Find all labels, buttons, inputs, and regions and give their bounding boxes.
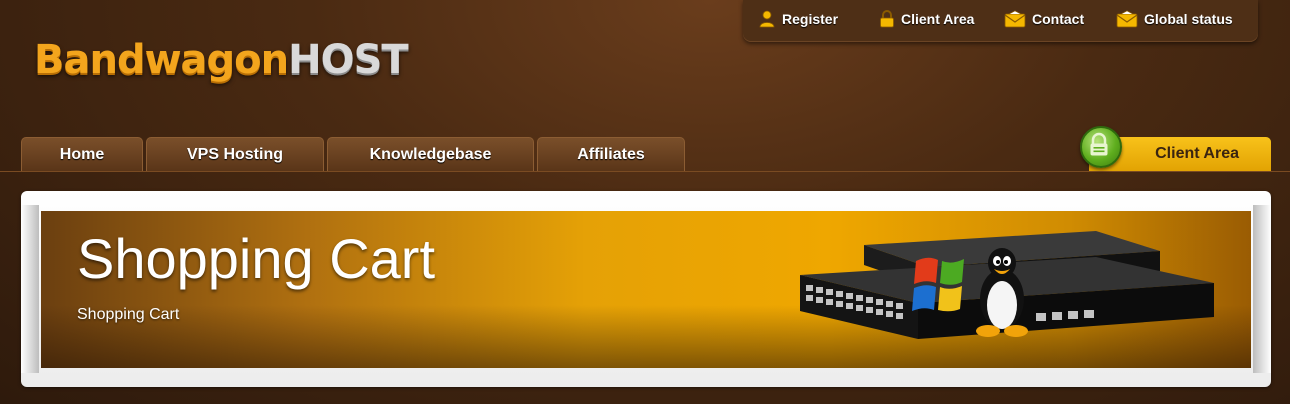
- tab-vps-hosting[interactable]: VPS Hosting: [146, 137, 324, 171]
- global-status-link[interactable]: Global status: [1116, 10, 1233, 28]
- tab-knowledgebase[interactable]: Knowledgebase: [327, 137, 534, 171]
- contact-link[interactable]: Contact: [1004, 10, 1084, 28]
- envelope-icon: [1116, 10, 1138, 28]
- breadcrumb: Shopping Cart: [77, 306, 180, 323]
- tab-home[interactable]: Home: [21, 137, 143, 171]
- tab-affiliates[interactable]: Affiliates: [537, 137, 685, 171]
- server-illustration: [800, 231, 1214, 339]
- register-label: Register: [782, 11, 839, 27]
- lock-icon: [880, 10, 894, 28]
- client-area-link[interactable]: Client Area: [879, 10, 974, 28]
- register-link[interactable]: Register: [758, 10, 838, 28]
- tab-knowledgebase-label: Knowledgebase: [369, 145, 492, 163]
- tab-vps-hosting-label: VPS Hosting: [186, 145, 283, 163]
- logo-part-host: HOST: [288, 37, 409, 83]
- client-area-lock-icon[interactable]: [1080, 126, 1122, 168]
- client-area-tab-label: Client Area: [1155, 145, 1239, 162]
- nav-divider: [0, 171, 1290, 172]
- logo-part-bandwagon: Bandwagon: [34, 37, 289, 83]
- contact-label: Contact: [1032, 11, 1085, 27]
- tab-home-label: Home: [59, 145, 105, 163]
- panel-left-edge: [21, 205, 39, 373]
- envelope-icon: [1004, 10, 1026, 28]
- tab-affiliates-label: Affiliates: [577, 145, 645, 163]
- global-status-label: Global status: [1144, 11, 1233, 27]
- site-logo[interactable]: BandwagonHOST: [34, 37, 409, 83]
- panel-right-edge: [1253, 205, 1271, 373]
- page-title: Shopping Cart: [77, 227, 436, 290]
- client-area-label: Client Area: [901, 11, 975, 27]
- user-icon: [759, 10, 775, 28]
